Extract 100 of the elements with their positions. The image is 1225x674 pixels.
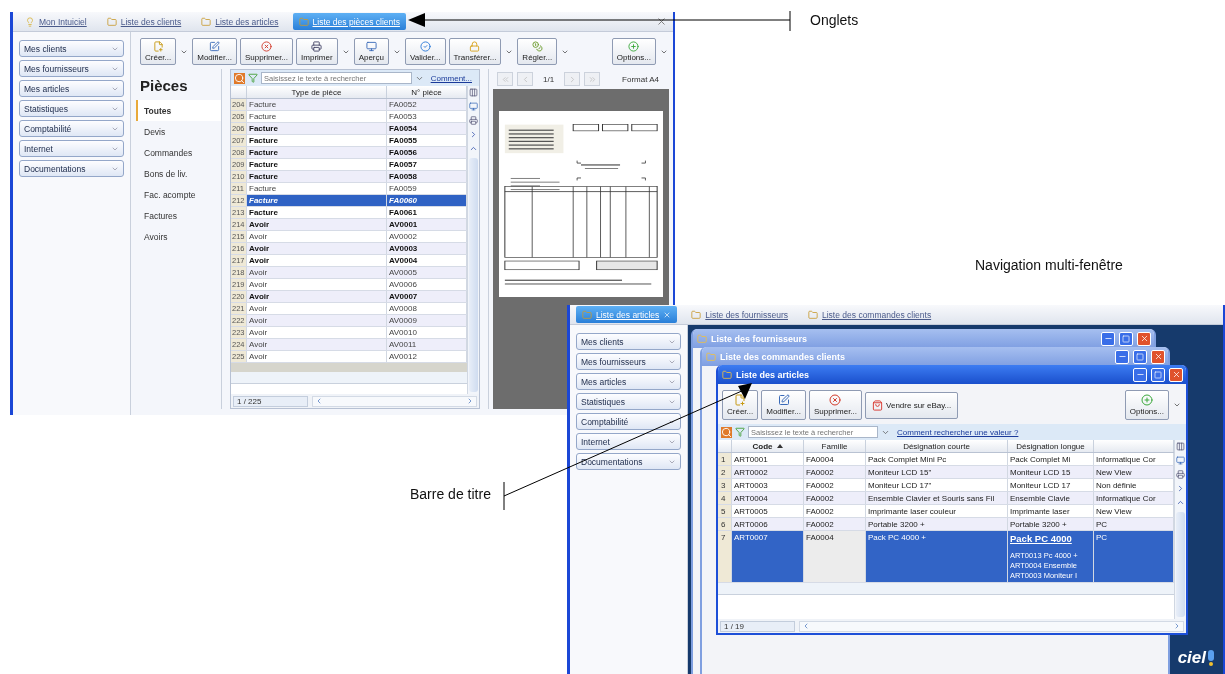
folder-icon [106,16,117,27]
table-cell-text: Moniteur LCD 17 [1010,481,1072,490]
row-number: 2 [718,466,732,478]
tab[interactable]: Liste des clients [100,13,188,30]
screen-icon[interactable] [1176,456,1185,465]
maximize-button[interactable] [1133,349,1147,364]
category-item[interactable]: Avoirs [136,226,221,247]
sidebar-item[interactable]: Statistiques [576,393,681,410]
table-cell-text: Pack Complet Mi [1010,455,1072,464]
table-cell: Avoir [247,327,387,338]
close-button[interactable] [1151,349,1165,364]
printer-icon[interactable] [1176,470,1185,479]
table-cell: Avoir [247,267,387,278]
toolbar-button[interactable]: Vendre sur eBay... [865,391,959,419]
close-button[interactable] [1137,331,1151,346]
folder-icon [691,309,702,320]
row-number: 5 [718,505,732,517]
sidebar-item[interactable]: Comptabilité [576,413,681,430]
minimize-button[interactable] [1133,367,1147,382]
sidebar-item[interactable]: Mes fournisseurs [576,353,681,370]
table-row[interactable]: 3 ART0003 FA0002 Moniteur LCD 17" Moniteur LCD 17 Non définie [718,479,1174,492]
filter-icon[interactable] [248,73,258,83]
category-item[interactable]: Devis [136,121,221,142]
help-link[interactable]: Comment... [426,73,476,83]
column-header[interactable]: Désignation courte [866,440,1008,452]
maximize-button[interactable] [1119,331,1133,346]
chevron-up-icon[interactable] [1176,498,1185,507]
category-item[interactable]: Commandes [136,142,221,163]
sidebar-item[interactable]: Internet [576,433,681,450]
table-row[interactable]: 1 ART0001 FA0004 Pack Complet Mini Pc Pack Complet Mi Informatique Cor [718,453,1174,466]
close-icon[interactable] [656,16,667,27]
scrollbar[interactable] [1176,512,1185,617]
columns-icon[interactable] [469,88,478,97]
minimize-button[interactable] [1101,331,1115,346]
minimize-button[interactable] [1115,349,1129,364]
tab[interactable]: Mon Intuiciel [19,13,93,30]
category-item[interactable]: Bons de liv. [136,163,221,184]
toolbar-button[interactable]: Supprimer... [808,390,863,420]
folder-icon [582,309,592,320]
table-cell: Pack PC 4000 + [866,531,1008,582]
toolbar-button[interactable]: Modifier... [761,390,806,420]
sidebar-item[interactable]: Mes articles [576,373,681,390]
table-row[interactable]: 4 ART0004 FA0002 Ensemble Clavier et Souris sans Fil Ensemble Clavie Informatique Cor [718,492,1174,505]
table-row[interactable]: 2 ART0002 FA0002 Moniteur LCD 15" Moniteur LCD 15 New View [718,466,1174,479]
filter-icon[interactable] [735,427,745,437]
toolbar-button[interactable]: Transférer... [448,38,502,65]
toolbar-button[interactable]: Aperçu [353,38,389,65]
tab[interactable]: Liste des fournisseurs [685,306,794,323]
toolbar-button[interactable]: Imprimer [296,38,338,65]
sidebar-item[interactable]: Documentations [19,160,124,177]
lightbulb-icon [25,16,35,27]
scrollbar[interactable] [799,620,1184,632]
maximize-button[interactable] [1151,367,1165,382]
plus-icon [1140,394,1153,406]
printer-icon[interactable] [469,116,478,125]
toolbar-button[interactable]: Créer... [722,390,759,420]
sidebar-item[interactable]: Internet [19,140,124,157]
toolbar-button[interactable]: Créer... [140,38,177,65]
close-icon [1171,370,1181,379]
sidebar-item[interactable]: Mes clients [19,40,124,57]
row-number: 6 [718,518,732,530]
sidebar-item[interactable]: Mes articles [19,80,124,97]
table-cell-text: Moniteur LCD 15 [1010,468,1072,477]
table-cell: ART0001 [732,453,804,465]
tab[interactable]: Liste des commandes clients [802,306,938,323]
category-item[interactable]: Toutes [136,100,221,121]
category-item[interactable]: Factures [136,205,221,226]
help-link[interactable]: Comment rechercher une valeur ? [893,427,1023,437]
scrollbar[interactable] [469,158,478,392]
toolbar-button[interactable]: Supprimer... [239,38,294,65]
column-header[interactable]: Famille [804,440,866,452]
screen-icon[interactable] [469,102,478,111]
chevron-right-icon[interactable] [1176,484,1185,493]
sidebar-item[interactable]: Comptabilité [19,120,124,137]
sidebar-item[interactable]: Mes clients [576,333,681,350]
table-cell: Moniteur LCD 15" [866,466,1008,478]
folder-icon [697,333,707,344]
toolbar-button[interactable]: Modifier... [192,38,237,65]
tab[interactable]: Liste des articles [195,13,285,30]
record-count: 1 / 19 [720,620,795,632]
columns-icon[interactable] [1176,442,1185,451]
sidebar-item[interactable]: Statistiques [19,100,124,117]
options-button[interactable]: Options... [611,38,656,65]
page-format: Format A4 [621,74,660,84]
sidebar-item[interactable]: Documentations [576,453,681,470]
table-cell: ART0004 [732,492,804,504]
category-item[interactable]: Fac. acompte [136,184,221,205]
table-row[interactable]: 6 ART0006 FA0002 Portable 3200 + Portable 3200 + PC [718,518,1174,531]
table-cell: Facture [247,123,387,134]
options-button[interactable]: Options... [1124,390,1169,420]
sidebar-item[interactable]: Mes fournisseurs [19,60,124,77]
close-button[interactable] [1169,367,1183,382]
column-header[interactable]: Désignation longue [1008,440,1094,452]
table-row[interactable]: 5 ART0005 FA0002 Imprimante laser couleur Imprimante laser New View [718,505,1174,518]
scrollbar[interactable] [312,395,477,407]
column-header[interactable]: Code [732,440,804,452]
toolbar-button[interactable]: Régler... [517,38,558,65]
chevron-up-icon[interactable] [469,144,478,153]
toolbar-button[interactable]: Valider... [405,38,446,65]
chevron-right-icon[interactable] [469,130,478,139]
